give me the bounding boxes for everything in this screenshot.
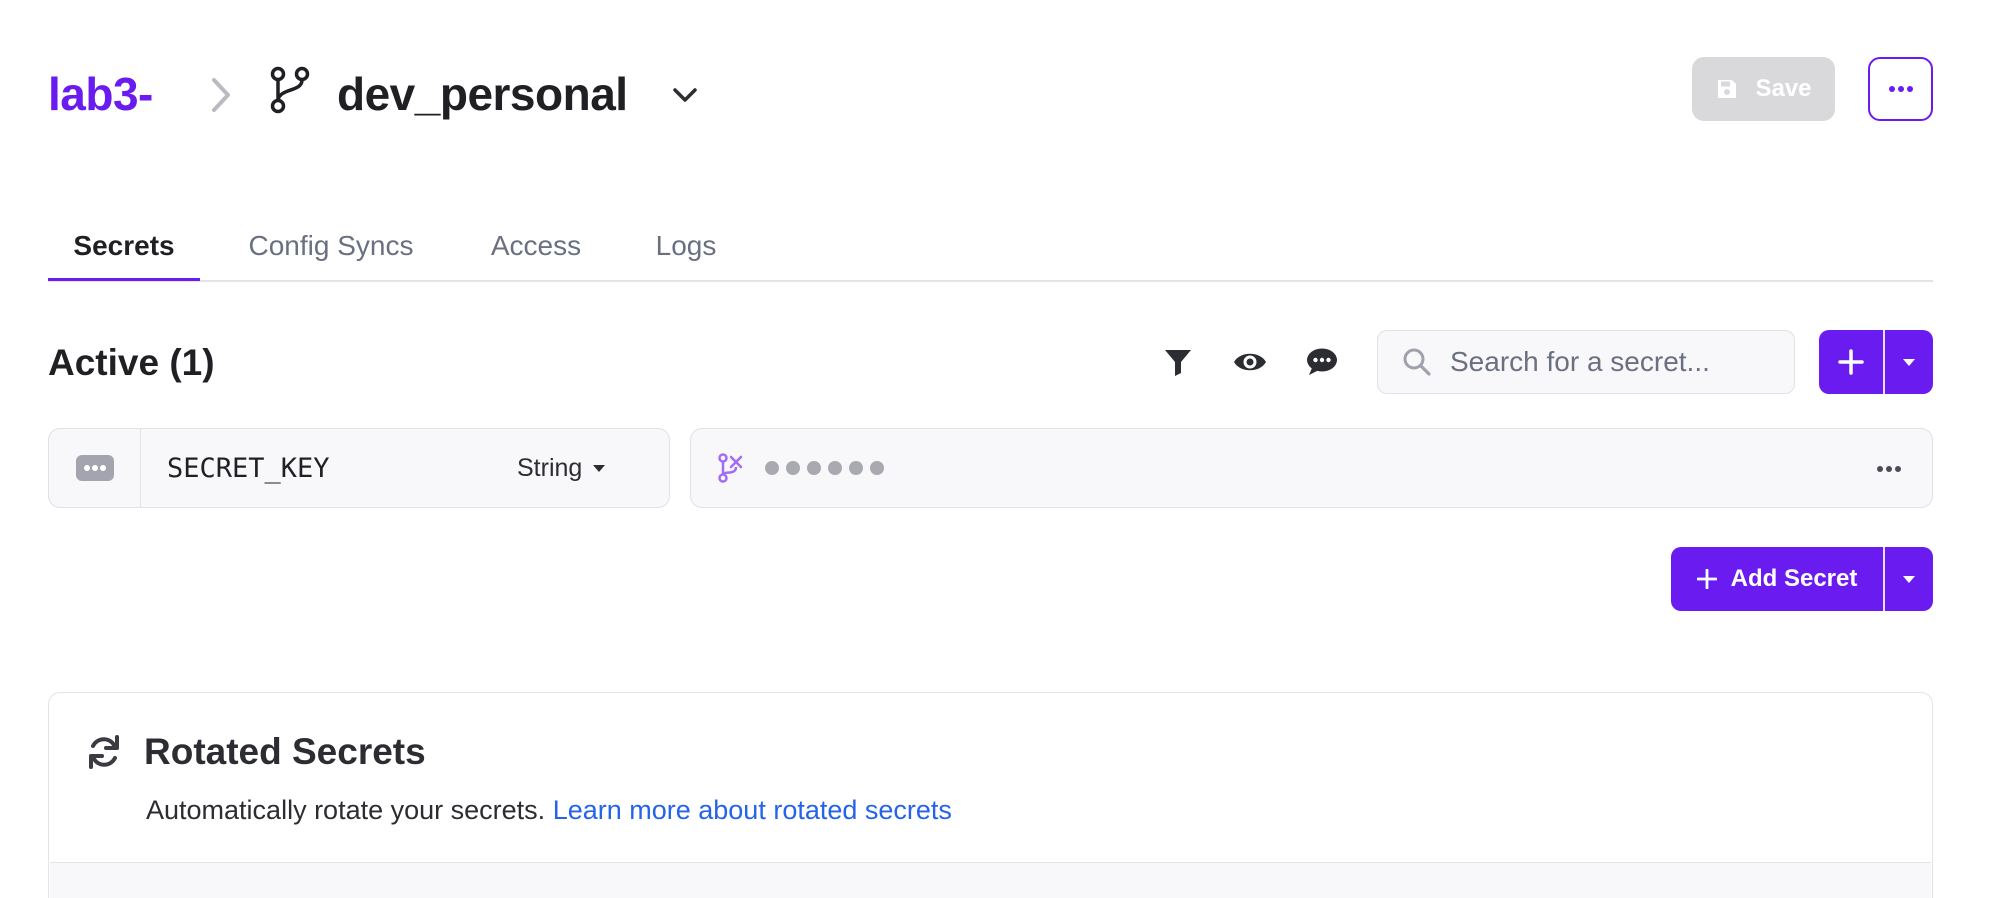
more-options-button[interactable] — [1868, 57, 1933, 121]
secret-key-field: SECRET_KEY String — [48, 428, 670, 508]
mask-dot — [870, 461, 884, 475]
rotated-secrets-learn-more-link[interactable]: Learn more about rotated secrets — [553, 795, 952, 825]
masked-secret-value — [765, 461, 884, 475]
tabs-divider — [48, 280, 1933, 282]
secret-kind-cell[interactable] — [49, 429, 141, 507]
comment-icon — [1307, 348, 1337, 375]
add-secret-button-group: Add Secret — [1671, 547, 1933, 611]
git-branch-icon — [270, 66, 310, 114]
search-icon — [1403, 348, 1431, 376]
add-secret-button[interactable]: Add Secret — [1671, 547, 1883, 611]
search-input[interactable] — [1448, 345, 1782, 379]
mask-dot — [765, 461, 779, 475]
rotated-secrets-description: Automatically rotate your secrets. Learn… — [146, 790, 952, 830]
active-tab-indicator — [48, 278, 200, 281]
project-link[interactable]: lab3- — [48, 64, 153, 124]
caret-down-icon — [593, 464, 606, 472]
branch-name: dev_personal — [337, 68, 628, 120]
comments-button[interactable] — [1302, 342, 1342, 382]
ellipsis-icon — [1877, 466, 1901, 472]
active-secrets-heading: Active (1) — [48, 342, 215, 383]
tab-logs[interactable]: Logs — [636, 220, 736, 280]
secret-key-name[interactable]: SECRET_KEY — [167, 429, 517, 507]
caret-down-icon — [1903, 358, 1915, 366]
secret-value-field[interactable] — [690, 428, 1933, 508]
secret-type-select[interactable]: String — [517, 429, 606, 507]
add-secret-dropdown-button[interactable] — [1885, 547, 1933, 611]
rotated-secrets-text: Automatically rotate your secrets. — [146, 795, 546, 825]
tab-access[interactable]: Access — [466, 220, 606, 280]
ellipsis-icon — [1888, 86, 1913, 92]
refresh-icon — [89, 735, 119, 769]
floppy-icon — [1718, 80, 1737, 98]
quick-add-button[interactable] — [1819, 330, 1883, 394]
plus-icon — [1696, 569, 1717, 589]
search-box — [1377, 330, 1795, 394]
add-secret-label: Add Secret — [1730, 565, 1858, 592]
toggle-visibility-button[interactable] — [1230, 342, 1270, 382]
save-label: Save — [1755, 75, 1812, 102]
filter-button[interactable] — [1158, 342, 1198, 382]
eye-icon — [1234, 353, 1266, 371]
add-secret-split-button — [1819, 330, 1933, 394]
rotated-secrets-title: Rotated Secrets — [144, 731, 426, 772]
ellipsis-box-icon — [75, 455, 114, 481]
secret-type-label: String — [517, 453, 583, 482]
tab-config-syncs[interactable]: Config Syncs — [226, 220, 436, 280]
tab-secrets[interactable]: Secrets — [48, 220, 200, 280]
branch-override-icon — [718, 453, 743, 483]
mask-dot — [786, 461, 800, 475]
filter-icon — [1165, 350, 1191, 376]
secret-more-button[interactable] — [1874, 455, 1904, 483]
quick-add-dropdown-button[interactable] — [1885, 330, 1933, 394]
save-button[interactable]: Save — [1692, 57, 1835, 121]
caret-down-icon — [1903, 575, 1915, 583]
chevron-right-icon — [212, 78, 230, 112]
mask-dot — [849, 461, 863, 475]
mask-dot — [828, 461, 842, 475]
rotated-secrets-card-footer — [50, 862, 1931, 898]
mask-dot — [807, 461, 821, 475]
plus-icon — [1838, 349, 1864, 375]
chevron-down-icon[interactable] — [670, 84, 700, 106]
